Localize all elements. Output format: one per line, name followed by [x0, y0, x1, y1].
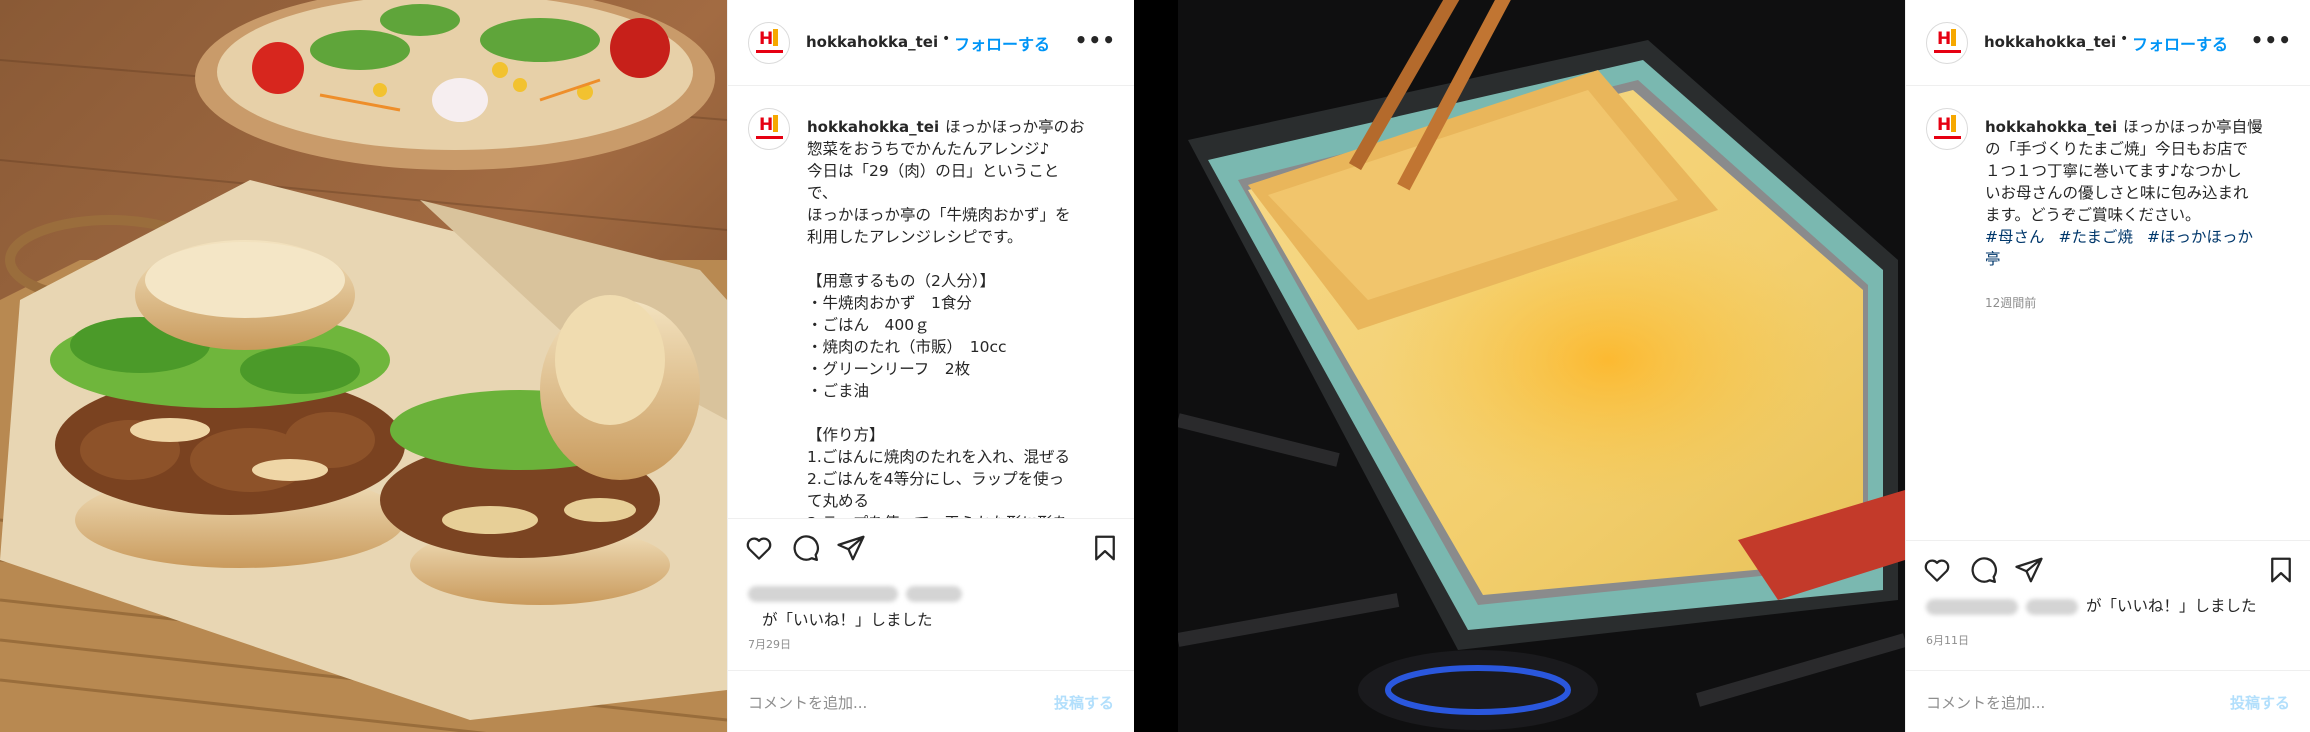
caption-text: hokkahokka_tei ほっかほっか亭のお 惣菜をおうちでかんたんアレンジ♪… [807, 116, 1114, 518]
likes-text: が「いいね！」しました [762, 611, 933, 629]
caption-line: の「手づくりたまご焼」今日もお店で [1985, 140, 2249, 158]
post-sidebar: H hokkahokka_tei • フォローする ••• H hokkahok… [1905, 0, 2310, 732]
hashtag-link[interactable]: #ほっかほっか [2147, 228, 2253, 246]
caption-line: ます。どうぞご賞味ください。 [1985, 206, 2201, 224]
blurred-username [1926, 598, 2018, 615]
post-sidebar: H hokkahokka_tei • フォローする ••• H hokkahok… [727, 0, 1134, 732]
bookmark-icon[interactable] [2266, 555, 2296, 585]
caption-line: ほっかほっか亭自慢 [2123, 118, 2263, 136]
time-ago[interactable]: 12週間前 [1985, 292, 2290, 314]
caption-line: ・焼肉のたれ（市販） 10cc [807, 338, 1007, 356]
hashtag-link-continued[interactable]: 亭 [1985, 248, 2290, 270]
post-1: H hokkahokka_tei • フォローする ••• H hokkahok… [0, 0, 1134, 732]
follow-button[interactable]: フォローする [954, 31, 1050, 55]
caption-avatar[interactable]: H [1926, 108, 1968, 150]
separator-dot: • [942, 31, 951, 47]
post-header: H hokkahokka_tei • フォローする ••• [728, 0, 1134, 86]
hokkahokka-logo-icon: H [759, 115, 774, 135]
more-icon[interactable]: ••• [2251, 28, 2292, 52]
post-2: H hokkahokka_tei • フォローする ••• H hokkahok… [1178, 0, 2310, 732]
likes-text: が「いいね！」しました [2086, 597, 2257, 615]
hokkahokka-logo-icon: H [1937, 29, 1952, 49]
comment-icon[interactable] [790, 533, 820, 563]
post-comment-button[interactable]: 投稿する [2230, 692, 2290, 713]
username[interactable]: hokkahokka_tei [806, 33, 938, 51]
caption-line: 惣菜をおうちでかんたんアレンジ♪ [807, 140, 1050, 158]
comment-input[interactable]: コメントを追加... [1926, 692, 2045, 713]
share-icon[interactable] [2014, 555, 2044, 585]
hokkahokka-logo-icon: H [759, 29, 774, 49]
caption-line: ・グリーンリーフ 2枚 [807, 360, 971, 378]
comment-icon[interactable] [1968, 555, 1998, 585]
caption: H hokkahokka_tei ほっかほっか亭自慢 の「手づくりたまご焼」今日も… [1906, 86, 2310, 518]
post-date[interactable]: 6月11日 [1926, 632, 1969, 648]
follow-button[interactable]: フォローする [2132, 31, 2228, 55]
more-icon[interactable]: ••• [1075, 28, 1116, 52]
caption-username[interactable]: hokkahokka_tei [1985, 118, 2117, 136]
likes-summary: が「いいね！」しました [1926, 594, 2290, 616]
caption-line: ほっかほっか亭のお [945, 118, 1085, 136]
caption-line: 1.ごはんに焼肉のたれを入れ、混ぜる [807, 448, 1070, 466]
post-image-rice-burger[interactable] [0, 0, 727, 732]
action-bar [1906, 540, 2310, 600]
caption-line: 【用意するもの（2人分）】 [807, 272, 996, 290]
caption-line: 利用したアレンジレシピです。 [807, 228, 1023, 246]
caption-line: 今日は「29（肉）の日」ということ [807, 162, 1060, 180]
tamagoyaki-photo [1178, 0, 1905, 732]
post-image-tamagoyaki[interactable] [1178, 0, 1905, 732]
caption-avatar[interactable]: H [748, 108, 790, 150]
heart-icon[interactable] [1922, 555, 1952, 585]
rice-burger-photo [0, 0, 727, 732]
caption-line: て丸める [807, 492, 870, 510]
separator-dot: • [2120, 31, 2129, 47]
caption-line: ほっかほっか亭の「牛焼肉おかず」を [807, 206, 1071, 224]
action-bar [728, 518, 1134, 578]
caption-line [807, 248, 1114, 270]
likes-summary [748, 584, 1114, 602]
post-header: H hokkahokka_tei • フォローする ••• [1906, 0, 2310, 86]
comment-bar: コメントを追加... 投稿する [728, 670, 1134, 732]
caption-line: で、 [807, 184, 838, 202]
caption-line: 2.ごはんを4等分にし、ラップを使っ [807, 470, 1065, 488]
username[interactable]: hokkahokka_tei [1984, 33, 2116, 51]
hokkahokka-logo-icon: H [1937, 115, 1952, 135]
caption-line: 【作り方】 [807, 426, 885, 444]
hashtag-link[interactable]: #たまご焼 [2059, 228, 2134, 246]
comment-bar: コメントを追加... 投稿する [1906, 670, 2310, 732]
caption-line: ・牛焼肉おかず 1食分 [807, 294, 972, 312]
caption-username[interactable]: hokkahokka_tei [807, 118, 939, 136]
caption-line: いお母さんの優しさと味に包み込まれ [1985, 184, 2249, 202]
avatar[interactable]: H [748, 22, 790, 64]
caption-line: １つ１つ丁寧に巻いてます♪なつかし [1985, 162, 2242, 180]
caption-line: ・ごはん 400ｇ [807, 316, 930, 334]
bookmark-icon[interactable] [1090, 533, 1120, 563]
post-comment-button[interactable]: 投稿する [1054, 692, 1114, 713]
hashtag-row: #母さん #たまご焼 #ほっかほっか [1985, 226, 2290, 248]
hashtag-link[interactable]: #母さん [1985, 228, 2045, 246]
caption-line [807, 402, 1114, 424]
post-date[interactable]: 7月29日 [748, 636, 791, 652]
blurred-username [748, 585, 898, 602]
comment-input[interactable]: コメントを追加... [748, 692, 867, 713]
caption-line: ・ごま油 [807, 382, 870, 400]
heart-icon[interactable] [744, 533, 774, 563]
share-icon[interactable] [836, 533, 866, 563]
avatar[interactable]: H [1926, 22, 1968, 64]
caption-text: hokkahokka_tei ほっかほっか亭自慢 の「手づくりたまご焼」今日もお店… [1985, 116, 2290, 314]
caption: H hokkahokka_tei ほっかほっか亭のお 惣菜をおうちでかんたんアレン… [728, 86, 1134, 518]
